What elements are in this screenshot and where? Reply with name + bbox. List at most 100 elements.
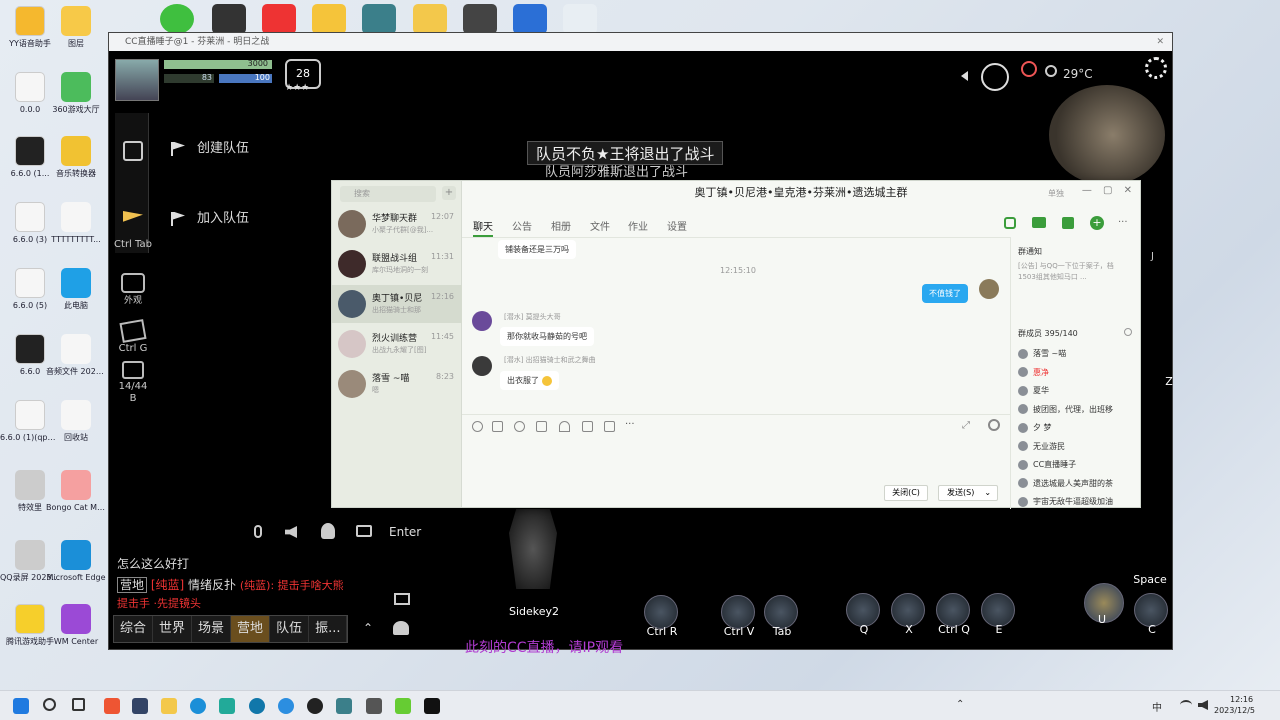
chat-tab[interactable]: 振... — [309, 616, 348, 642]
skill-icon[interactable] — [981, 593, 1015, 627]
desktop-icon[interactable]: 360游戏大厅 — [46, 72, 106, 115]
taskbar-app-8[interactable] — [366, 698, 382, 714]
message-bubble[interactable]: 出衣服了 — [500, 371, 559, 390]
close-chat-button[interactable]: 关闭(C) — [884, 485, 928, 501]
scissors-icon[interactable] — [514, 421, 525, 432]
message-bubble[interactable]: 那你就收马静茹的号吧 — [500, 327, 594, 346]
desktop-icon[interactable]: WM Center — [46, 604, 106, 647]
conversation-item[interactable]: 华梦聊天群 12:07 小聚子代群[@我]... — [332, 205, 462, 243]
task-view-icon[interactable] — [72, 698, 85, 711]
taskbar-app-6[interactable] — [307, 698, 323, 714]
chat-tab-4[interactable]: 作业 — [628, 218, 648, 233]
chevron-down-icon[interactable]: ⌄ — [984, 488, 991, 497]
headphones-icon[interactable] — [559, 421, 570, 432]
settings-gear-icon[interactable] — [1145, 57, 1167, 79]
create-team-button[interactable]: 创建队伍 — [171, 137, 281, 163]
message-bubble[interactable]: 铺装备还是三万吗 — [498, 240, 576, 259]
more-icon[interactable]: ··· — [1118, 217, 1128, 228]
join-team-button[interactable]: 加入队伍 — [171, 207, 281, 233]
chat-tab-0[interactable]: 聊天 — [473, 218, 493, 237]
skill-icon[interactable] — [936, 593, 970, 627]
group-member[interactable]: 夕 梦 — [1018, 422, 1128, 438]
message-bubble-out[interactable]: 不值钱了 — [922, 284, 968, 303]
window-controls[interactable]: — ▢ ✕ — [1082, 185, 1132, 196]
group-member[interactable]: 夏华 — [1018, 385, 1128, 401]
taskbar-app-2[interactable] — [132, 698, 148, 714]
chat-tab-2[interactable]: 相册 — [551, 218, 571, 233]
taskbar-app-5[interactable] — [278, 698, 294, 714]
appearance-icon[interactable] — [121, 273, 145, 293]
search-icon[interactable] — [43, 698, 56, 711]
taskbar-app-9[interactable] — [395, 698, 411, 714]
group-member[interactable]: 落雪 ~喵 — [1018, 348, 1128, 364]
friends-icon[interactable] — [393, 621, 409, 635]
inventory-icon[interactable] — [122, 361, 144, 379]
chat-tab-1[interactable]: 公告 — [512, 218, 532, 233]
skill-icon[interactable] — [1134, 593, 1168, 627]
ctrl-g-icon[interactable] — [119, 319, 147, 343]
desktop-icon-word[interactable] — [513, 4, 547, 34]
skill-icon[interactable] — [721, 595, 755, 629]
taskbar-edge-icon[interactable] — [190, 698, 206, 714]
group-member[interactable]: 披团图，代理，出班移 — [1018, 404, 1128, 420]
clock-date[interactable]: 2023/12/5 — [1214, 706, 1255, 715]
emoji-picker-icon[interactable] — [472, 421, 483, 432]
chat-bubble-icon[interactable] — [356, 525, 372, 537]
desktop-icon[interactable]: 回收站 — [46, 400, 106, 443]
chat-tab[interactable]: 世界 — [153, 616, 193, 642]
desktop-icon[interactable]: 图层 — [46, 6, 106, 49]
chat-tab-5[interactable]: 设置 — [667, 218, 687, 233]
group-member[interactable]: 宇宙无敌牛逼超级加油 — [1018, 496, 1128, 512]
chat-tab[interactable]: 综合 — [114, 616, 154, 642]
mail-icon[interactable] — [394, 593, 410, 605]
notice-text[interactable]: [公告] 与QQ一下位于案子，档1503组其他知马口 ... — [1018, 261, 1130, 285]
player-avatar[interactable] — [115, 59, 159, 101]
desktop-icon-app[interactable] — [362, 4, 396, 34]
conversation-item[interactable]: 烈火训练营 11:45 出战九永耀了[图] — [332, 325, 462, 363]
chat-tabs-expand-icon[interactable]: ⌃ — [363, 621, 373, 635]
folder-icon[interactable] — [536, 421, 547, 432]
record-icon[interactable] — [1021, 61, 1037, 77]
chevron-left-icon[interactable] — [961, 71, 968, 81]
desktop-icon-chart[interactable] — [563, 4, 597, 34]
taskbar-app-3[interactable] — [219, 698, 235, 714]
conversation-item[interactable]: 联盟战斗组 11:31 库尔玛地洞的一刻 — [332, 245, 462, 283]
taskbar-app-10[interactable] — [424, 698, 440, 714]
desktop-icon[interactable]: Microsoft Edge — [46, 540, 106, 583]
history-icon[interactable] — [988, 419, 1000, 431]
group-member[interactable]: 惠净 — [1018, 367, 1128, 383]
phone-icon[interactable] — [1004, 217, 1016, 229]
chat-tab[interactable]: 场景 — [192, 616, 232, 642]
more-tools-icon[interactable]: ··· — [625, 419, 635, 430]
tray-chevron-icon[interactable]: ⌃ — [956, 699, 964, 710]
send-button[interactable]: 发送(S) ⌄ — [938, 485, 998, 501]
image-icon[interactable] — [582, 421, 593, 432]
mic-icon[interactable] — [254, 525, 262, 538]
message-input[interactable] — [468, 437, 1004, 481]
conversation-search-input[interactable]: 搜索 — [340, 186, 436, 202]
tray-volume-icon[interactable] — [1198, 700, 1208, 710]
desktop-icon-add[interactable] — [160, 4, 194, 34]
skill-icon[interactable] — [764, 595, 798, 629]
group-member[interactable]: 无业游民 — [1018, 441, 1128, 457]
conversation-item[interactable]: 落雪 ~喵 8:23 嗯 — [332, 365, 462, 403]
speaker-icon[interactable] — [285, 526, 297, 538]
mute-icon[interactable] — [604, 421, 615, 432]
qq-chat-window[interactable]: 搜索 + 华梦聊天群 12:07 小聚子代群[@我]... 联盟战斗组 11:31 库尔玛… — [331, 180, 1141, 509]
minimap[interactable] — [1049, 85, 1165, 185]
desktop-icon-game[interactable] — [212, 4, 246, 34]
gif-icon[interactable] — [492, 421, 503, 432]
desktop-icon-screen[interactable] — [463, 4, 497, 34]
desktop-icon[interactable]: Bongo Cat Mver - 快... — [46, 470, 106, 513]
chat-line-2-name[interactable]: [纯蓝] — [151, 578, 184, 592]
desktop-icon[interactable]: 音频文件 2023.12... — [46, 334, 106, 377]
desktop-icon-owl[interactable] — [312, 4, 346, 34]
chat-tab-3[interactable]: 文件 — [590, 218, 610, 233]
add-conversation-button[interactable]: + — [442, 186, 456, 200]
clock-time[interactable]: 12:16 — [1230, 695, 1253, 704]
taskbar-app-1[interactable] — [104, 698, 120, 714]
video-icon[interactable] — [1032, 217, 1046, 228]
add-member-icon[interactable]: + — [1090, 216, 1104, 230]
chat-tab[interactable]: 营地 — [231, 616, 271, 642]
game-close-icon[interactable]: ✕ — [1156, 33, 1164, 51]
